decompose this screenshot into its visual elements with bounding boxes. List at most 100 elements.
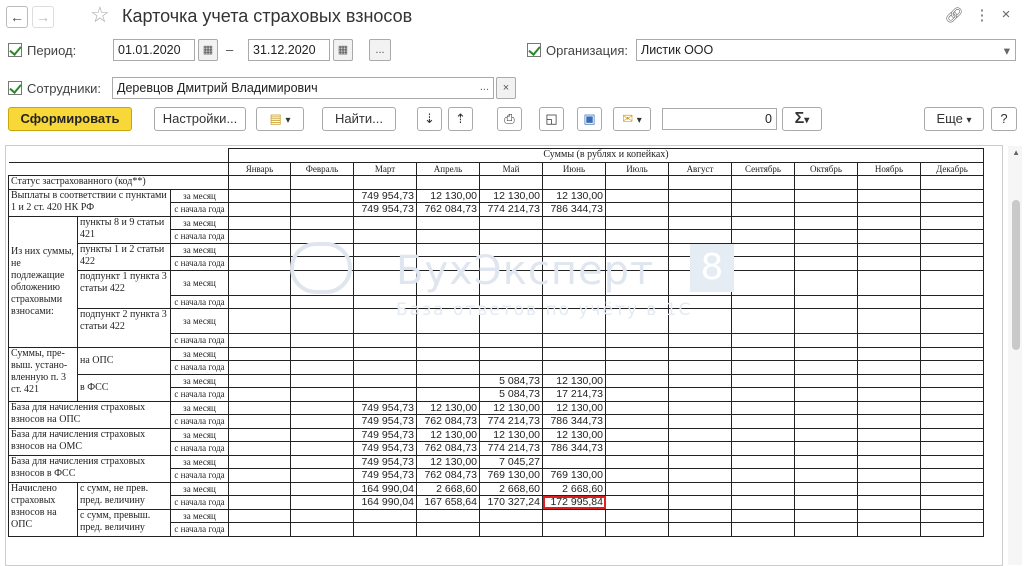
more-vertical-icon[interactable]: ⋮: [972, 6, 992, 24]
table-cell: [416, 522, 480, 537]
table-cell: [920, 229, 984, 244]
table-cell: [731, 481, 795, 496]
table-cell: [290, 308, 354, 334]
favorite-star-icon[interactable]: ☆: [90, 2, 110, 28]
table-cell: [857, 242, 921, 257]
table-row: Начислено страховых взносов на ОПС с сумм…: [8, 481, 984, 537]
sort-desc-icon[interactable]: ⇡: [448, 107, 473, 131]
variants-button[interactable]: ▤ ▾: [256, 107, 304, 131]
table-cell: [228, 175, 291, 190]
table-cell: [542, 294, 606, 309]
row-label: Начислено страховых взносов на ОПС: [8, 481, 78, 537]
row-label: Суммы, пре-выш. устано-вленную п. 3 ст. …: [8, 346, 78, 402]
employee-select-button[interactable]: ...: [480, 81, 489, 93]
scrollbar-thumb[interactable]: [1012, 200, 1020, 350]
period-checkbox[interactable]: [8, 43, 22, 57]
table-cell: [228, 400, 291, 415]
organization-checkbox[interactable]: [527, 43, 541, 57]
table-cell: за месяц: [170, 454, 229, 469]
period-select-button[interactable]: ...: [369, 39, 391, 61]
table-cell: [857, 346, 921, 361]
table-cell: [228, 294, 291, 309]
table-cell: с начала года: [170, 441, 229, 456]
employee-field[interactable]: Деревцов Дмитрий Владимирович...: [112, 77, 494, 99]
generate-button[interactable]: Сформировать: [8, 107, 132, 131]
calendar-icon[interactable]: ▦: [198, 39, 218, 61]
table-cell: [857, 373, 921, 388]
table-cell: [668, 294, 732, 309]
scroll-up-icon[interactable]: ▲: [1012, 148, 1020, 157]
close-icon[interactable]: ×: [996, 6, 1016, 23]
value-cell: 12 130,00: [479, 188, 543, 203]
period-to-field[interactable]: 31.12.2020: [248, 39, 330, 61]
table-cell: [605, 427, 669, 442]
value-cell: 5 084,73: [479, 373, 543, 388]
mail-button[interactable]: ✉ ▾: [613, 107, 651, 131]
table-cell: [731, 229, 795, 244]
clear-button[interactable]: ×: [496, 77, 516, 99]
save-icon[interactable]: ▣: [577, 107, 602, 131]
sum-button[interactable]: Σ▾: [782, 107, 822, 131]
table-cell: [605, 229, 669, 244]
value-cell: 12 130,00: [542, 188, 606, 203]
table-cell: [731, 495, 795, 510]
table-cell: [857, 508, 921, 523]
table-cell: [353, 256, 417, 271]
highlighted-value-cell[interactable]: 172 995,84: [542, 495, 606, 510]
table-cell: [416, 308, 480, 334]
table-cell: [731, 414, 795, 429]
table-cell: [731, 441, 795, 456]
table-cell: [290, 373, 354, 388]
table-cell: [731, 522, 795, 537]
table-cell: [228, 495, 291, 510]
table-cell: [479, 360, 543, 375]
print-icon[interactable]: ⎙: [497, 107, 522, 131]
table-cell: подпункт 1 пункта 3 статьи 422: [77, 269, 171, 309]
table-cell: [794, 242, 858, 257]
help-button[interactable]: ?: [991, 107, 1017, 131]
forward-button[interactable]: →: [32, 6, 54, 28]
month-header: Июль: [605, 161, 669, 176]
table-cell: [731, 215, 795, 230]
table-row: подпункт 1 пункта 3 статьи 422 за месяц: [9, 269, 984, 309]
table-cell: [731, 346, 795, 361]
row-label: База для начисления страховых взносов в …: [8, 454, 171, 483]
table-cell: [794, 360, 858, 375]
table-cell: [542, 242, 606, 257]
table-cell: [605, 256, 669, 271]
table-cell: [857, 414, 921, 429]
table-cell: [920, 495, 984, 510]
table-cell: [353, 242, 417, 257]
period-from-field[interactable]: 01.01.2020: [113, 39, 195, 61]
table-row: База для начисления страховых взносов в …: [8, 454, 984, 483]
organization-field[interactable]: Листик ООО ▾: [636, 39, 1016, 61]
table-cell: [857, 522, 921, 537]
more-button[interactable]: Еще ▾: [924, 107, 984, 131]
table-cell: [479, 294, 543, 309]
table-cell: за месяц: [170, 427, 229, 442]
calendar-icon[interactable]: ▦: [333, 39, 353, 61]
sort-asc-icon[interactable]: ⇣: [417, 107, 442, 131]
table-cell: [731, 360, 795, 375]
table-cell: [794, 522, 858, 537]
amount-field[interactable]: 0: [662, 108, 777, 130]
chevron-down-icon[interactable]: ▾: [1004, 43, 1010, 58]
back-button[interactable]: ←: [6, 6, 28, 28]
table-cell: [857, 360, 921, 375]
table-cell: за месяц: [170, 400, 229, 415]
table-cell: [416, 333, 480, 348]
table-cell: с начала года: [170, 522, 229, 537]
table-cell: [479, 256, 543, 271]
table-cell: [605, 294, 669, 309]
table-cell: [228, 387, 291, 402]
table-cell: [479, 346, 543, 361]
employee-checkbox[interactable]: [8, 81, 22, 95]
table-cell: [668, 522, 732, 537]
table-cell: [794, 269, 858, 296]
settings-button[interactable]: Настройки...: [154, 107, 246, 131]
find-button[interactable]: Найти...: [322, 107, 396, 131]
preview-icon[interactable]: ◱: [539, 107, 564, 131]
link-icon[interactable]: 🔗︎: [944, 6, 964, 24]
table-cell: [668, 454, 732, 469]
value-cell: 12 130,00: [416, 400, 480, 415]
